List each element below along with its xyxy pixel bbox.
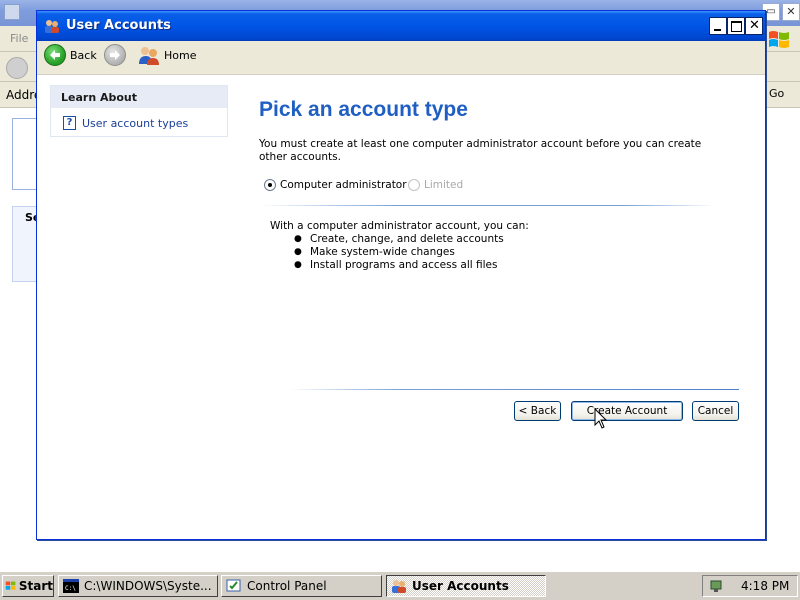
separator-bottom: [289, 389, 739, 390]
taskbar-item-label: C:\WINDOWS\Syste...: [84, 579, 212, 593]
nav-home-label: Home: [164, 48, 197, 62]
radio-admin-label: Computer administrator: [280, 179, 407, 191]
svg-text:C:\: C:\: [65, 585, 76, 592]
back-arrow-icon: [44, 44, 66, 66]
mouse-cursor-icon: [594, 408, 608, 429]
home-users-icon: [139, 47, 159, 65]
network-tray-icon[interactable]: [709, 579, 725, 593]
forward-arrow-icon: [104, 44, 126, 66]
cp-close-button[interactable]: ✕: [782, 3, 800, 21]
radio-computer-administrator[interactable]: Computer administrator: [264, 179, 407, 191]
window-title: User Accounts: [66, 18, 171, 33]
info-list: ● Create, change, and delete accounts ● Ma…: [294, 233, 504, 272]
nav-back-button[interactable]: Back: [44, 44, 97, 66]
user-accounts-icon: [392, 580, 406, 593]
taskbar-item-control-panel[interactable]: Control Panel: [221, 575, 382, 597]
control-panel-icon: [226, 579, 241, 592]
radio-limited[interactable]: Limited: [408, 179, 463, 191]
list-item: ● Install programs and access all files: [294, 259, 498, 271]
windows-logo-icon: [769, 31, 789, 48]
cancel-button[interactable]: Cancel: [692, 401, 739, 421]
info-intro: With a computer administrator account, y…: [270, 220, 529, 232]
window-titlebar[interactable]: User Accounts ✕: [37, 11, 765, 41]
minimize-button[interactable]: [709, 17, 727, 35]
maximize-button[interactable]: [727, 17, 745, 35]
create-account-button[interactable]: Create Account: [571, 401, 683, 421]
control-panel-icon: [4, 4, 20, 20]
taskbar-item-command-prompt[interactable]: C:\ C:\WINDOWS\Syste...: [58, 575, 218, 597]
taskbar-item-label: User Accounts: [412, 579, 509, 593]
radio-limited-label: Limited: [424, 179, 464, 191]
cp-back-icon[interactable]: [6, 57, 28, 79]
radio-dot-selected: [264, 179, 276, 191]
menu-file[interactable]: File: [10, 32, 28, 45]
page-description: You must create at least one computer ad…: [259, 138, 702, 163]
bullet-icon: ●: [294, 247, 302, 257]
clock[interactable]: 4:18 PM: [741, 579, 789, 593]
taskbar-item-label: Control Panel: [247, 579, 327, 593]
help-icon: ?: [63, 116, 76, 130]
separator-top: [259, 205, 715, 206]
radio-dot-disabled: [408, 179, 420, 191]
nav-back-label: Back: [70, 48, 97, 62]
cmd-icon: C:\: [63, 579, 79, 593]
page-title: Pick an account type: [259, 98, 468, 121]
nav-home-button[interactable]: Home: [138, 44, 196, 66]
user-accounts-icon: [45, 20, 59, 33]
bullet-icon: ●: [294, 234, 302, 244]
learn-about-header: Learn About: [51, 86, 227, 108]
learn-about-panel: Learn About ? User account types: [50, 85, 228, 137]
windows-flag-icon: [5, 581, 16, 590]
start-label: Start: [18, 579, 53, 593]
learn-about-link-account-types[interactable]: ? User account types: [63, 116, 188, 130]
go-button[interactable]: Go: [766, 86, 796, 104]
bullet-icon: ●: [294, 260, 302, 270]
taskbar-item-user-accounts[interactable]: User Accounts: [386, 575, 546, 597]
back-button[interactable]: < Back: [514, 401, 561, 421]
list-item: ● Make system-wide changes: [294, 246, 455, 258]
close-icon: ✕: [749, 18, 760, 33]
nav-forward-button[interactable]: [104, 44, 126, 66]
learn-about-link-label: User account types: [82, 116, 189, 130]
start-button[interactable]: Start: [2, 575, 54, 597]
close-button[interactable]: ✕: [745, 17, 763, 35]
system-tray: 4:18 PM: [702, 575, 798, 597]
list-item: ● Create, change, and delete accounts: [294, 233, 504, 245]
